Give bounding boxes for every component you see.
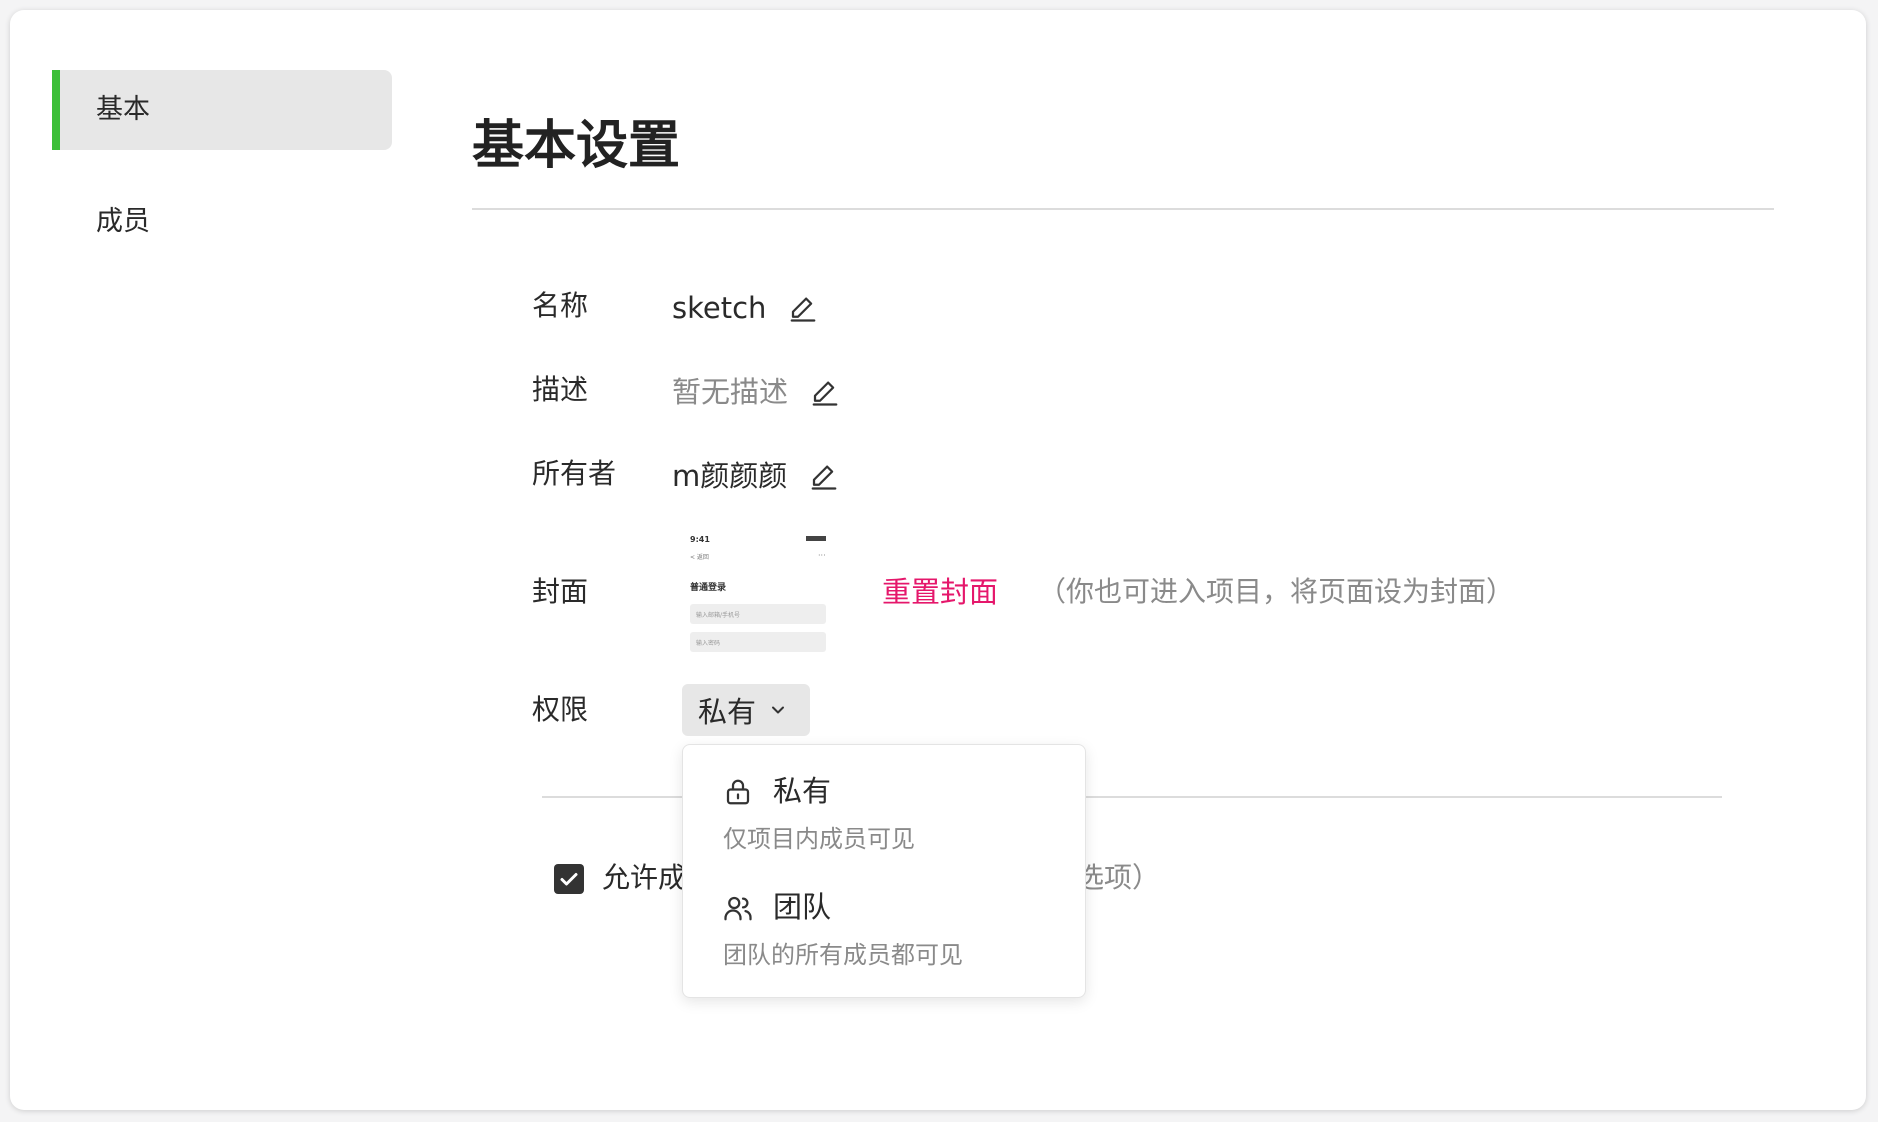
page-title: 基本设置	[472, 116, 681, 176]
sidebar-item-members[interactable]: 成员	[52, 182, 392, 262]
sidebar-item-label: 基本	[96, 94, 150, 125]
title-divider	[472, 208, 1774, 210]
description-value: 暂无描述	[672, 372, 840, 412]
svg-text:···: ···	[818, 551, 826, 560]
thumb-back: < 返回	[690, 554, 709, 561]
permission-selected: 私有	[698, 695, 757, 729]
reset-cover-link[interactable]: 重置封面	[882, 572, 998, 612]
owner-value: m颜颜颜	[672, 456, 839, 496]
check-icon	[560, 873, 578, 886]
owner-text: m颜颜颜	[672, 459, 788, 493]
option-title: 私有	[773, 774, 832, 808]
users-icon	[724, 896, 752, 921]
thumb-field2: 输入密码	[696, 639, 720, 647]
settings-panel: 基本 成员 基本设置 名称 sketch 描述 暂无描述 所有者 m颜颜颜 封面…	[10, 10, 1866, 1110]
chevron-down-icon	[772, 706, 785, 714]
permission-label: 权限	[532, 693, 589, 726]
name-text: sketch	[672, 291, 767, 325]
cover-label: 封面	[532, 575, 589, 608]
checkbox-label-suffix: 选项）	[1076, 861, 1161, 894]
owner-label: 所有者	[532, 457, 617, 490]
allow-checkbox[interactable]	[554, 864, 584, 894]
edit-name-icon[interactable]	[788, 293, 818, 323]
option-title: 团队	[773, 890, 832, 924]
sidebar-item-label: 成员	[96, 206, 150, 237]
permission-select[interactable]: 私有	[682, 684, 810, 736]
name-label: 名称	[532, 289, 589, 322]
permission-option-private[interactable]: 私有 仅项目内成员可见	[683, 749, 1083, 859]
option-description: 团队的所有成员都可见	[723, 941, 963, 969]
sidebar-item-basic[interactable]: 基本	[52, 70, 392, 150]
description-label: 描述	[532, 373, 589, 406]
thumb-field1: 输入邮箱/手机号	[696, 611, 740, 619]
permission-dropdown: 私有 仅项目内成员可见 团队 团队的所有成员都可见	[682, 744, 1086, 998]
description-text: 暂无描述	[672, 375, 789, 409]
edit-owner-icon[interactable]	[809, 461, 839, 491]
cover-hint: （你也可进入项目，将页面设为封面）	[1038, 575, 1515, 608]
checkbox-label: 允许成	[602, 861, 687, 894]
name-value: sketch	[672, 288, 818, 328]
edit-description-icon[interactable]	[810, 377, 840, 407]
permission-option-team[interactable]: 团队 团队的所有成员都可见	[683, 865, 1083, 975]
lock-icon	[726, 779, 750, 805]
cover-thumbnail-image: 9:41 < 返回 ··· 普通登录 输入邮箱/手机号 输入密码	[678, 526, 838, 654]
thumb-heading: 普通登录	[690, 581, 726, 593]
option-description: 仅项目内成员可见	[723, 825, 915, 853]
cover-thumbnail[interactable]: 9:41 < 返回 ··· 普通登录 输入邮箱/手机号 输入密码	[678, 526, 838, 654]
thumb-time: 9:41	[690, 535, 710, 544]
